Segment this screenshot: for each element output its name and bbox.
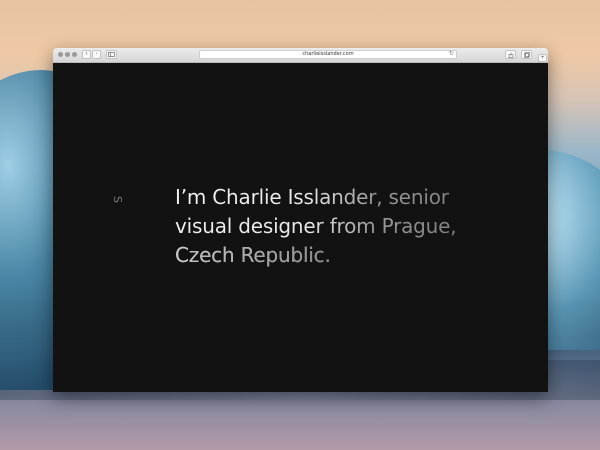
browser-toolbar: ‹ › charlieisslander.com ↻ + bbox=[53, 48, 548, 63]
close-window-button[interactable] bbox=[58, 52, 63, 57]
headline-line-1: I’m Charlie Isslander, senior bbox=[175, 185, 449, 209]
back-button[interactable]: ‹ bbox=[82, 50, 91, 59]
tabs-overview-button[interactable] bbox=[521, 50, 532, 59]
tabs-icon bbox=[523, 52, 530, 58]
headline-line-3: Czech Republic. bbox=[175, 241, 505, 270]
address-bar[interactable]: charlieisslander.com ↻ bbox=[199, 50, 457, 59]
chevron-right-icon: › bbox=[95, 51, 98, 57]
reload-icon[interactable]: ↻ bbox=[449, 51, 454, 58]
forward-button[interactable]: › bbox=[92, 50, 101, 59]
url-text: charlieisslander.com bbox=[302, 51, 354, 57]
minimize-window-button[interactable] bbox=[65, 52, 70, 57]
plus-icon: + bbox=[540, 55, 545, 61]
share-icon bbox=[508, 52, 513, 59]
browser-window: ‹ › charlieisslander.com ↻ + S I’m Charl… bbox=[53, 48, 548, 392]
new-tab-button[interactable]: + bbox=[538, 54, 547, 62]
hero-headline: I’m Charlie Isslander, senior visual des… bbox=[175, 183, 505, 270]
headline-line-2: visual designer from Prague, bbox=[175, 214, 457, 238]
sidebar-toggle-button[interactable] bbox=[106, 50, 117, 59]
site-logo[interactable]: S bbox=[111, 196, 124, 203]
sidebar-icon bbox=[108, 52, 115, 57]
chevron-left-icon: ‹ bbox=[85, 51, 88, 57]
zoom-window-button[interactable] bbox=[72, 52, 77, 57]
share-button[interactable] bbox=[505, 50, 516, 59]
page-content: S I’m Charlie Isslander, senior visual d… bbox=[53, 63, 548, 392]
desktop-wallpaper: ‹ › charlieisslander.com ↻ + S I’m Charl… bbox=[0, 0, 600, 450]
